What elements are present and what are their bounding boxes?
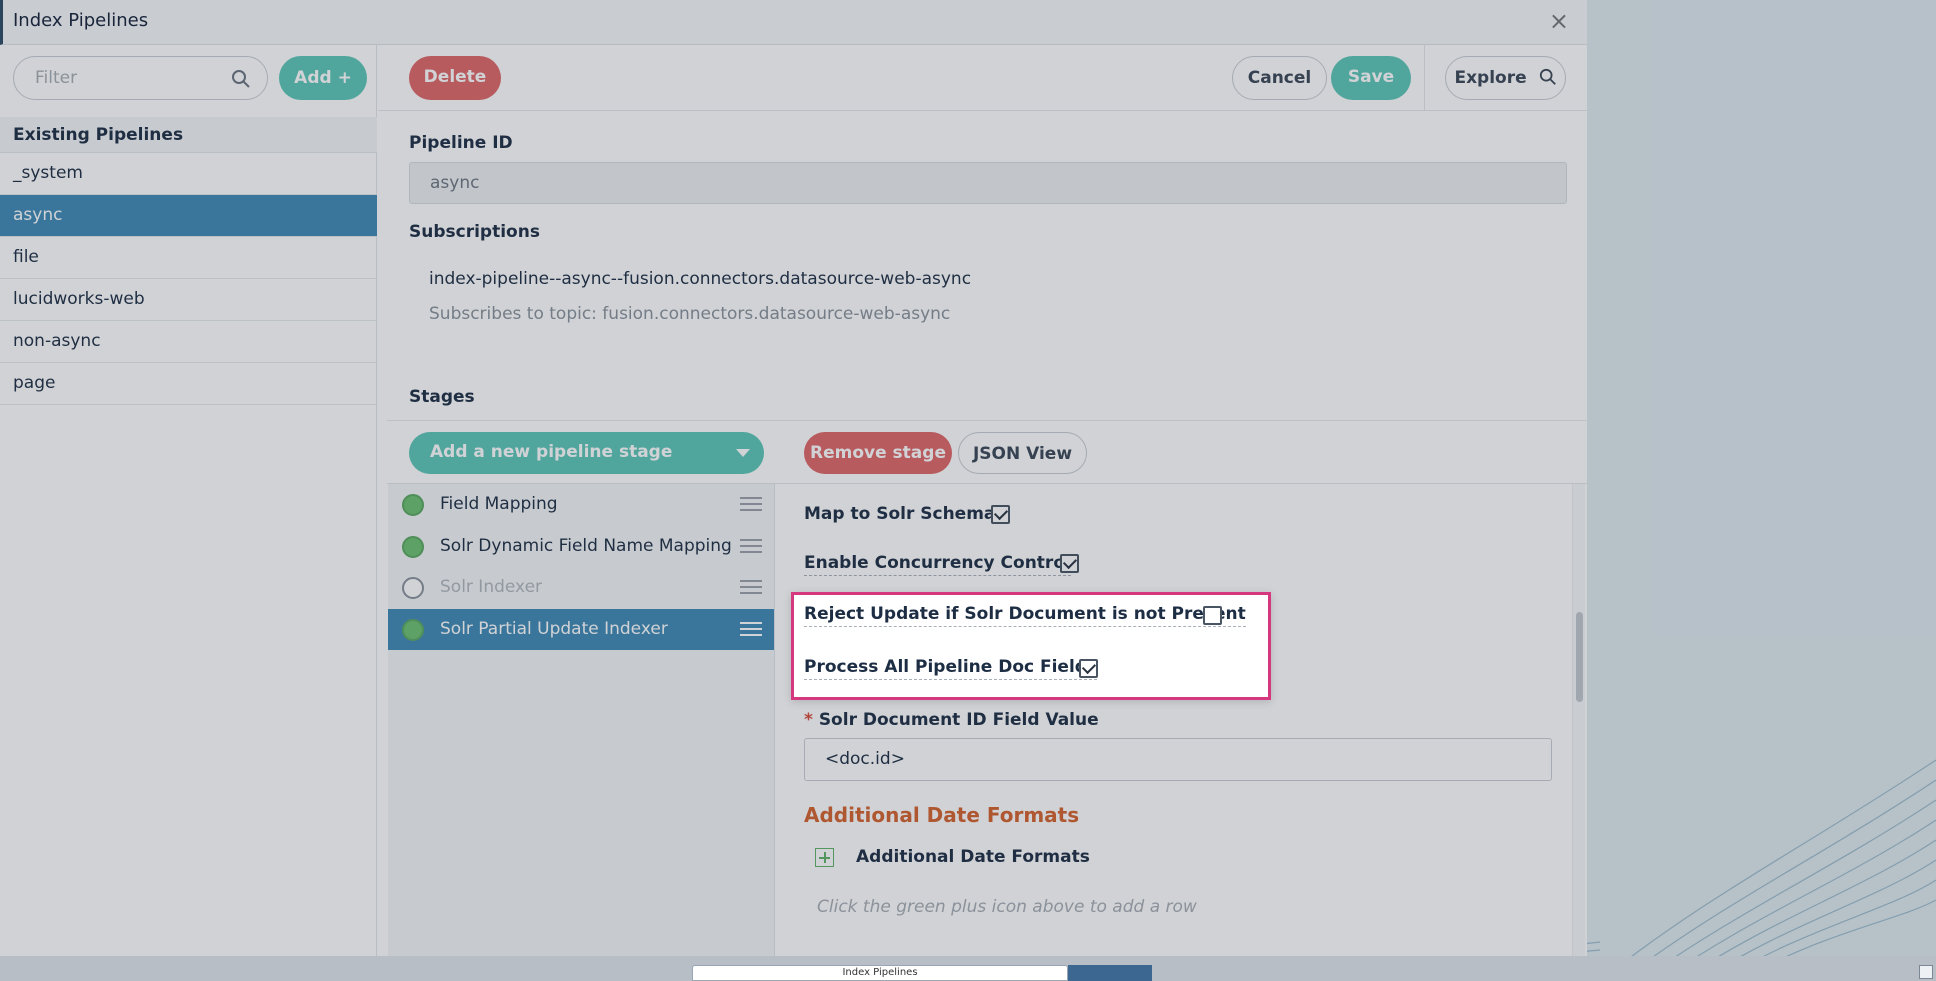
reject-update-label: Reject Update if Solr Document is not Pr… [804,604,1246,627]
drag-handle-icon[interactable] [740,580,762,595]
index-pipelines-panel: Index Pipelines × Filter Add + Existing … [0,0,1587,956]
panel-title-bar: Index Pipelines × [0,0,1587,45]
pipeline-list: _system async file lucidworks-web non-as… [0,153,377,405]
pipelines-sidebar: Filter Add + Existing Pipelines _system … [0,45,377,956]
save-button[interactable]: Save [1331,56,1411,100]
stage-item-disabled[interactable]: Solr Indexer [388,567,774,608]
panel-title: Index Pipelines [13,10,149,31]
resize-corner-icon[interactable] [1919,965,1933,979]
stage-enabled-indicator[interactable] [402,536,424,558]
add-stage-label: Add a new pipeline stage [430,442,673,462]
doc-id-label: * Solr Document ID Field Value [804,710,1099,730]
explore-button[interactable]: Explore [1445,56,1566,100]
concurrency-label: Enable Concurrency Control [804,553,1071,576]
pipeline-item[interactable]: page [0,363,377,405]
delete-button[interactable]: Delete [409,56,501,100]
highlight-box: Reject Update if Solr Document is not Pr… [791,592,1271,700]
doc-id-label-text: Solr Document ID Field Value [818,710,1099,730]
stage-name: Field Mapping [440,494,558,514]
form-scrollbar[interactable] [1572,484,1585,956]
json-view-button[interactable]: JSON View [958,432,1087,474]
stages-title: Stages [409,387,475,407]
stage-name: Solr Dynamic Field Name Mapping [440,536,732,556]
concurrency-checkbox[interactable] [1060,554,1079,573]
subscriptions-label: Subscriptions [409,222,540,242]
editor-toolbar: Delete Cancel Save Explore [378,45,1587,111]
date-formats-section-title: Additional Date Formats [804,803,1080,827]
pipeline-id-value: async [430,173,480,193]
stage-list: Field Mapping Solr Dynamic Field Name Ma… [388,484,774,956]
pipeline-item[interactable]: non-async [0,321,377,363]
explore-label: Explore [1454,68,1527,88]
process-all-label: Process All Pipeline Doc Fields [804,657,1098,680]
stage-name: Solr Indexer [440,577,543,597]
map-to-solr-checkbox[interactable] [991,505,1010,524]
doc-id-value: <doc.id> [825,749,905,769]
chevron-down-icon [736,449,750,457]
doc-id-input[interactable]: <doc.id> [804,738,1552,781]
drag-handle-icon[interactable] [740,622,762,637]
stage-disabled-indicator[interactable] [402,577,424,599]
close-icon[interactable]: × [1549,7,1569,35]
pipeline-item[interactable]: lucidworks-web [0,279,377,321]
filter-placeholder: Filter [35,68,78,88]
scrollbar-thumb[interactable] [1576,612,1583,702]
drag-handle-icon[interactable] [740,497,762,512]
search-icon [1539,68,1556,85]
date-formats-label: Additional Date Formats [856,847,1090,867]
reject-update-checkbox[interactable] [1203,606,1222,625]
taskbar-item[interactable]: Index Pipelines [692,965,1068,981]
filter-input[interactable]: Filter [13,56,268,100]
search-icon [232,70,250,88]
add-row-icon[interactable] [815,848,834,867]
pipeline-item[interactable]: _system [0,153,377,195]
stage-item[interactable]: Field Mapping [388,484,774,525]
pipeline-item[interactable]: file [0,237,377,279]
cancel-button[interactable]: Cancel [1232,56,1327,100]
stage-enabled-indicator[interactable] [402,494,424,516]
stage-enabled-indicator[interactable] [402,619,424,641]
process-all-checkbox[interactable] [1079,659,1098,678]
existing-pipelines-title: Existing Pipelines [13,125,184,145]
pipeline-id-field: async [409,162,1567,204]
stages-divider [387,420,1587,421]
add-stage-dropdown[interactable]: Add a new pipeline stage [409,432,764,474]
subscription-topic: Subscribes to topic: fusion.connectors.d… [429,304,951,324]
existing-pipelines-header: Existing Pipelines [0,117,377,153]
stage-item[interactable]: Solr Dynamic Field Name Mapping [388,526,774,567]
date-formats-hint: Click the green plus icon above to add a… [817,897,1197,917]
add-pipeline-button[interactable]: Add + [279,56,367,100]
taskbar-item-active[interactable] [1068,965,1152,981]
pipeline-id-label: Pipeline ID [409,133,513,153]
stage-item-selected[interactable]: Solr Partial Update Indexer [388,609,774,650]
remove-stage-button[interactable]: Remove stage [804,432,952,474]
stage-name: Solr Partial Update Indexer [440,619,668,639]
required-marker: * [804,710,813,730]
pipeline-item-selected[interactable]: async [0,195,377,237]
toolbar-divider [1424,45,1425,111]
map-to-solr-label: Map to Solr Schema [804,504,996,524]
drag-handle-icon[interactable] [740,539,762,554]
subscription-name: index-pipeline--async--fusion.connectors… [429,269,972,289]
